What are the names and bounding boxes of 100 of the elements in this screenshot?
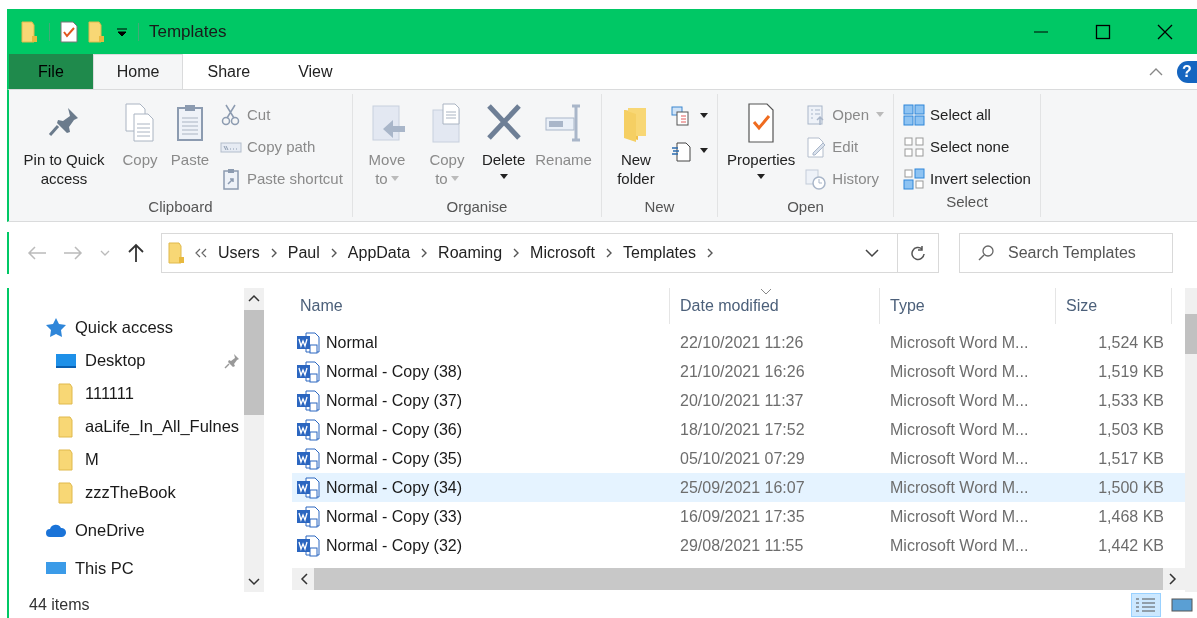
type-cell-text: Microsoft Word M... (889, 536, 1030, 555)
date-cell-text: 20/10/2021 11:37 (679, 391, 805, 410)
ribbon-group-label: Organise (445, 198, 509, 217)
file-name: Normal (326, 333, 378, 352)
scroll-right-icon[interactable] (1169, 573, 1177, 585)
date-cell-text: 05/10/2021 07:29 (679, 449, 806, 468)
horizontal-scrollbar[interactable] (292, 568, 1185, 590)
column-header[interactable]: Size (1056, 288, 1172, 324)
breadcrumb[interactable]: Templates (623, 244, 696, 262)
nav-item[interactable]: This PC (9, 551, 244, 585)
file-row[interactable]: Normal 22/10/2021 11:26 Microsoft Word M... 1,524 KB (292, 328, 1185, 357)
size-cell-text: 1,468 KB (1097, 507, 1165, 526)
breadcrumb[interactable]: AppData (347, 244, 411, 262)
dropdown-caret-icon[interactable] (865, 248, 879, 258)
address-bar[interactable]: Users Paul AppData Roaming Microsoft Templates (161, 233, 939, 273)
nav-item[interactable]: M (9, 443, 244, 476)
file-row[interactable]: Normal - Copy (32) 29/08/2021 11:55 Microsoft Word M... 1,442 KB (292, 531, 1185, 560)
details-list-icon (1135, 597, 1157, 613)
ribbon-button[interactable]: Invert selection (900, 164, 1034, 193)
file-row[interactable]: Normal - Copy (33) 16/09/2021 17:35 Microsoft Word M... 1,468 KB (292, 502, 1185, 531)
type-cell-text: Microsoft Word M... (889, 391, 1030, 410)
scroll-down-icon[interactable] (248, 578, 260, 586)
type-cell-text: Microsoft Word M... (889, 333, 1030, 352)
collapse-ribbon-icon[interactable] (1149, 66, 1163, 77)
date-cell-text: 29/08/2021 11:55 (679, 536, 805, 555)
ribbon-button[interactable]: Select none (900, 132, 1034, 161)
up-arrow-icon[interactable] (127, 243, 145, 263)
ribbon-button[interactable]: New folder (607, 98, 664, 198)
customize-caret-icon[interactable] (116, 25, 128, 38)
word-document-icon (296, 505, 320, 528)
chevron-icon[interactable] (420, 248, 429, 258)
ribbon-button[interactable]: Select all (900, 100, 1034, 129)
chevron-icon[interactable] (605, 248, 613, 258)
ribbon-tab[interactable]: File (9, 54, 93, 89)
date-cell-text: 25/09/2021 16:07 (679, 478, 806, 497)
word-document-icon (296, 447, 320, 470)
ribbon-tab[interactable]: Home (92, 54, 184, 89)
folder-icon (168, 242, 186, 264)
close-icon[interactable] (1157, 23, 1173, 40)
nav-item[interactable]: aaLife_In_All_Fulnes (9, 410, 244, 443)
nav-item[interactable]: OneDrive (9, 513, 244, 547)
size-cell-text: 1,519 KB (1097, 362, 1165, 381)
maximize-icon[interactable] (1095, 23, 1111, 40)
size-cell-text: 1,500 KB (1097, 478, 1165, 497)
vertical-scrollbar[interactable] (1185, 288, 1197, 592)
file-row[interactable]: Normal - Copy (34) 25/09/2021 16:07 Microsoft Word M... 1,500 KB (292, 473, 1185, 502)
file-row[interactable]: Normal - Copy (35) 05/10/2021 07:29 Microsoft Word M... 1,517 KB (292, 444, 1185, 473)
properties-icon[interactable] (60, 20, 78, 43)
file-row[interactable]: Normal - Copy (37) 20/10/2021 11:37 Microsoft Word M... 1,533 KB (292, 386, 1185, 415)
file-name: Normal - Copy (36) (326, 420, 463, 439)
word-document-icon (296, 476, 320, 499)
column-header[interactable]: Type (880, 288, 1056, 324)
nav-item[interactable]: zzzTheBook (9, 476, 244, 509)
breadcrumb[interactable]: Paul (287, 244, 320, 262)
scrollbar[interactable] (244, 288, 264, 592)
ribbon-group-label: Select (945, 193, 989, 212)
column-header[interactable]: Name (292, 288, 670, 324)
scroll-up-icon[interactable] (248, 294, 260, 302)
column-header[interactable]: Date modified (670, 288, 880, 324)
ribbon-button[interactable]: Properties (723, 98, 799, 198)
file-name: Normal - Copy (33) (326, 507, 463, 526)
type-cell-text: Microsoft Word M... (889, 449, 1030, 468)
ribbon-group-label: Open (786, 198, 825, 217)
window-title: Templates (149, 21, 227, 42)
chevron-icon[interactable] (705, 248, 714, 258)
chevron-icon[interactable] (329, 248, 338, 258)
word-document-icon (296, 389, 320, 412)
date-cell-text: 21/10/2021 16:26 (679, 362, 806, 381)
file-row[interactable]: Normal - Copy (38) 21/10/2021 16:26 Microsoft Word M... 1,519 KB (292, 357, 1185, 386)
nav-item[interactable]: 111111 (9, 377, 244, 410)
file-row[interactable]: Normal - Copy (36) 18/10/2021 17:52 Microsoft Word M... 1,503 KB (292, 415, 1185, 444)
breadcrumb[interactable]: Roaming (438, 244, 503, 262)
file-name: Normal - Copy (37) (326, 391, 463, 410)
chevron-icon[interactable] (512, 248, 521, 258)
scroll-left-icon[interactable] (300, 573, 308, 585)
type-cell-text: Microsoft Word M... (889, 478, 1030, 497)
search-field[interactable]: Search Templates (959, 233, 1173, 273)
size-cell-text: 1,503 KB (1097, 420, 1165, 439)
scissors-icon (220, 103, 242, 126)
size-cell-text: 1,533 KB (1097, 391, 1165, 410)
ribbon-button[interactable]: Pin to Quick access (15, 98, 113, 198)
nav-item[interactable]: Quick access (9, 310, 244, 344)
nav-item[interactable]: Desktop (9, 344, 244, 377)
breadcrumb[interactable]: Microsoft (530, 244, 595, 262)
help-icon[interactable]: ? (1177, 60, 1197, 83)
chevron-icon[interactable] (269, 248, 278, 258)
word-document-icon (296, 360, 320, 383)
file-name: Normal - Copy (35) (326, 449, 463, 468)
edit-icon (805, 135, 828, 158)
file-name: Normal - Copy (38) (326, 362, 463, 381)
ribbon-group-label: Clipboard (147, 198, 214, 217)
type-cell-text: Microsoft Word M... (889, 507, 1030, 526)
size-cell-text: 1,517 KB (1097, 449, 1165, 468)
select-none-icon (903, 135, 926, 158)
double-chevron-icon[interactable] (194, 248, 208, 258)
item-count: 44 items (29, 596, 90, 614)
ribbon-button[interactable]: Delete (478, 98, 529, 198)
ribbon-group-label: New (643, 198, 676, 217)
nav-icon (45, 317, 67, 337)
breadcrumb[interactable]: Users (218, 244, 260, 262)
